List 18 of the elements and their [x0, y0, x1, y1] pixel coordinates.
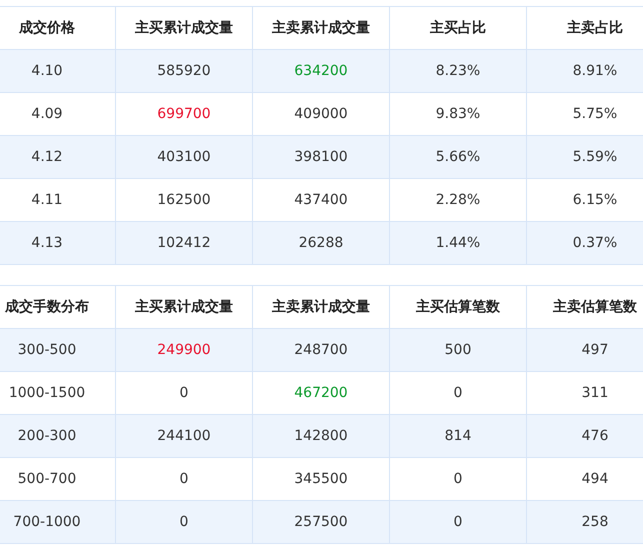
- column-header: 成交手数分布: [0, 286, 116, 328]
- column-header: 主卖估算笔数: [526, 286, 643, 328]
- column-header: 主卖累计成交量: [252, 286, 390, 328]
- column-header: 成交价格: [0, 6, 116, 50]
- table-cell: 1.44%: [390, 222, 526, 264]
- column-header: 主买占比: [390, 6, 526, 50]
- column-header: 主卖累计成交量: [252, 6, 390, 50]
- table-cell: 0: [116, 500, 252, 544]
- table-cell: 102412: [116, 222, 252, 264]
- table-cell: 0: [390, 500, 526, 544]
- column-header: 主卖占比: [526, 6, 643, 50]
- table-cell: 4.13: [0, 222, 116, 264]
- column-header: 主买估算笔数: [390, 286, 526, 328]
- column-header: 主买累计成交量: [116, 286, 252, 328]
- table-cell: 26288: [252, 222, 390, 264]
- column-header: 主买累计成交量: [116, 6, 252, 50]
- table-cell: 700-1000: [0, 500, 116, 544]
- table-cell: 257500: [252, 500, 390, 544]
